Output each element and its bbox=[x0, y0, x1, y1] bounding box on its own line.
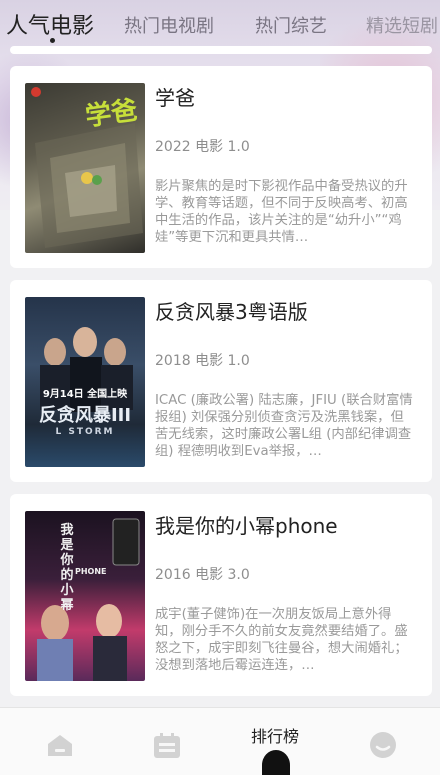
movie-description: ICAC (廉政公署) 陆志廉，JFIU (联合财富情报组) 刘保强分别侦查贪污… bbox=[155, 393, 413, 459]
movie-card[interactable]: 我是你的小幂 PHONE 我是你的小幂phone 2016 电影 3.0 成宇(… bbox=[10, 494, 432, 696]
movie-card[interactable]: 9月14日 全国上映 反贪风暴III L STORM 反贪风暴3粤语版 2018… bbox=[10, 280, 432, 482]
movie-poster: 学爸 bbox=[25, 83, 145, 253]
movie-description: 成宇(董子健饰)在一次朋友饭局上意外得知，刚分手不久的前女友竟然要结婚了。盛怒之… bbox=[155, 607, 408, 673]
poster-date: 9月14日 全国上映 bbox=[42, 389, 128, 400]
poster-subtitle-art: PHONE bbox=[75, 567, 107, 576]
poster-art bbox=[37, 518, 140, 681]
top-bar-strip bbox=[10, 46, 432, 54]
ranking-icon bbox=[262, 750, 290, 775]
tab-popular-movies[interactable]: 人气电影 bbox=[6, 8, 94, 40]
movie-meta: 2018 电影 1.0 bbox=[155, 353, 250, 369]
movie-title: 学爸 bbox=[155, 86, 195, 110]
poster-title-art: 反贪风暴III bbox=[38, 405, 132, 426]
movie-poster: 我是你的小幂 PHONE bbox=[25, 511, 145, 681]
nav-ranking-label: 排行榜 bbox=[250, 727, 299, 746]
nav-home[interactable] bbox=[5, 708, 115, 775]
bottom-navigation: 排行榜 bbox=[0, 707, 440, 775]
movie-meta: 2022 电影 1.0 bbox=[155, 139, 250, 155]
nav-schedule[interactable] bbox=[112, 708, 222, 775]
smile-icon bbox=[370, 732, 396, 758]
movie-card[interactable]: 学爸 学爸 2022 电影 1.0 影片聚焦的是时下影视作品中备受热议的升学、教… bbox=[10, 66, 432, 268]
tab-hot-tv[interactable]: 热门电视剧 bbox=[124, 12, 214, 38]
movie-meta: 2016 电影 3.0 bbox=[155, 567, 250, 583]
category-tabs: 人气电影 热门电视剧 热门综艺 精选短剧 bbox=[0, 0, 440, 46]
poster-title-art: 学爸 bbox=[83, 95, 140, 133]
home-icon bbox=[48, 735, 72, 756]
active-tab-indicator bbox=[50, 38, 55, 43]
tab-featured-shorts[interactable]: 精选短剧 bbox=[366, 12, 438, 38]
tab-hot-variety[interactable]: 热门综艺 bbox=[255, 12, 327, 38]
movie-title: 我是你的小幂phone bbox=[155, 514, 338, 538]
movie-description: 影片聚焦的是时下影视作品中备受热议的升学、教育等话题，但不同于反映高考、初高中生… bbox=[155, 179, 408, 245]
poster-art bbox=[40, 327, 133, 412]
movie-poster: 9月14日 全国上映 反贪风暴III L STORM bbox=[25, 297, 145, 467]
poster-subtitle-art: L STORM bbox=[55, 427, 115, 437]
nav-profile[interactable] bbox=[328, 708, 438, 775]
movie-title: 反贪风暴3粤语版 bbox=[155, 300, 308, 324]
calendar-icon bbox=[154, 733, 180, 758]
